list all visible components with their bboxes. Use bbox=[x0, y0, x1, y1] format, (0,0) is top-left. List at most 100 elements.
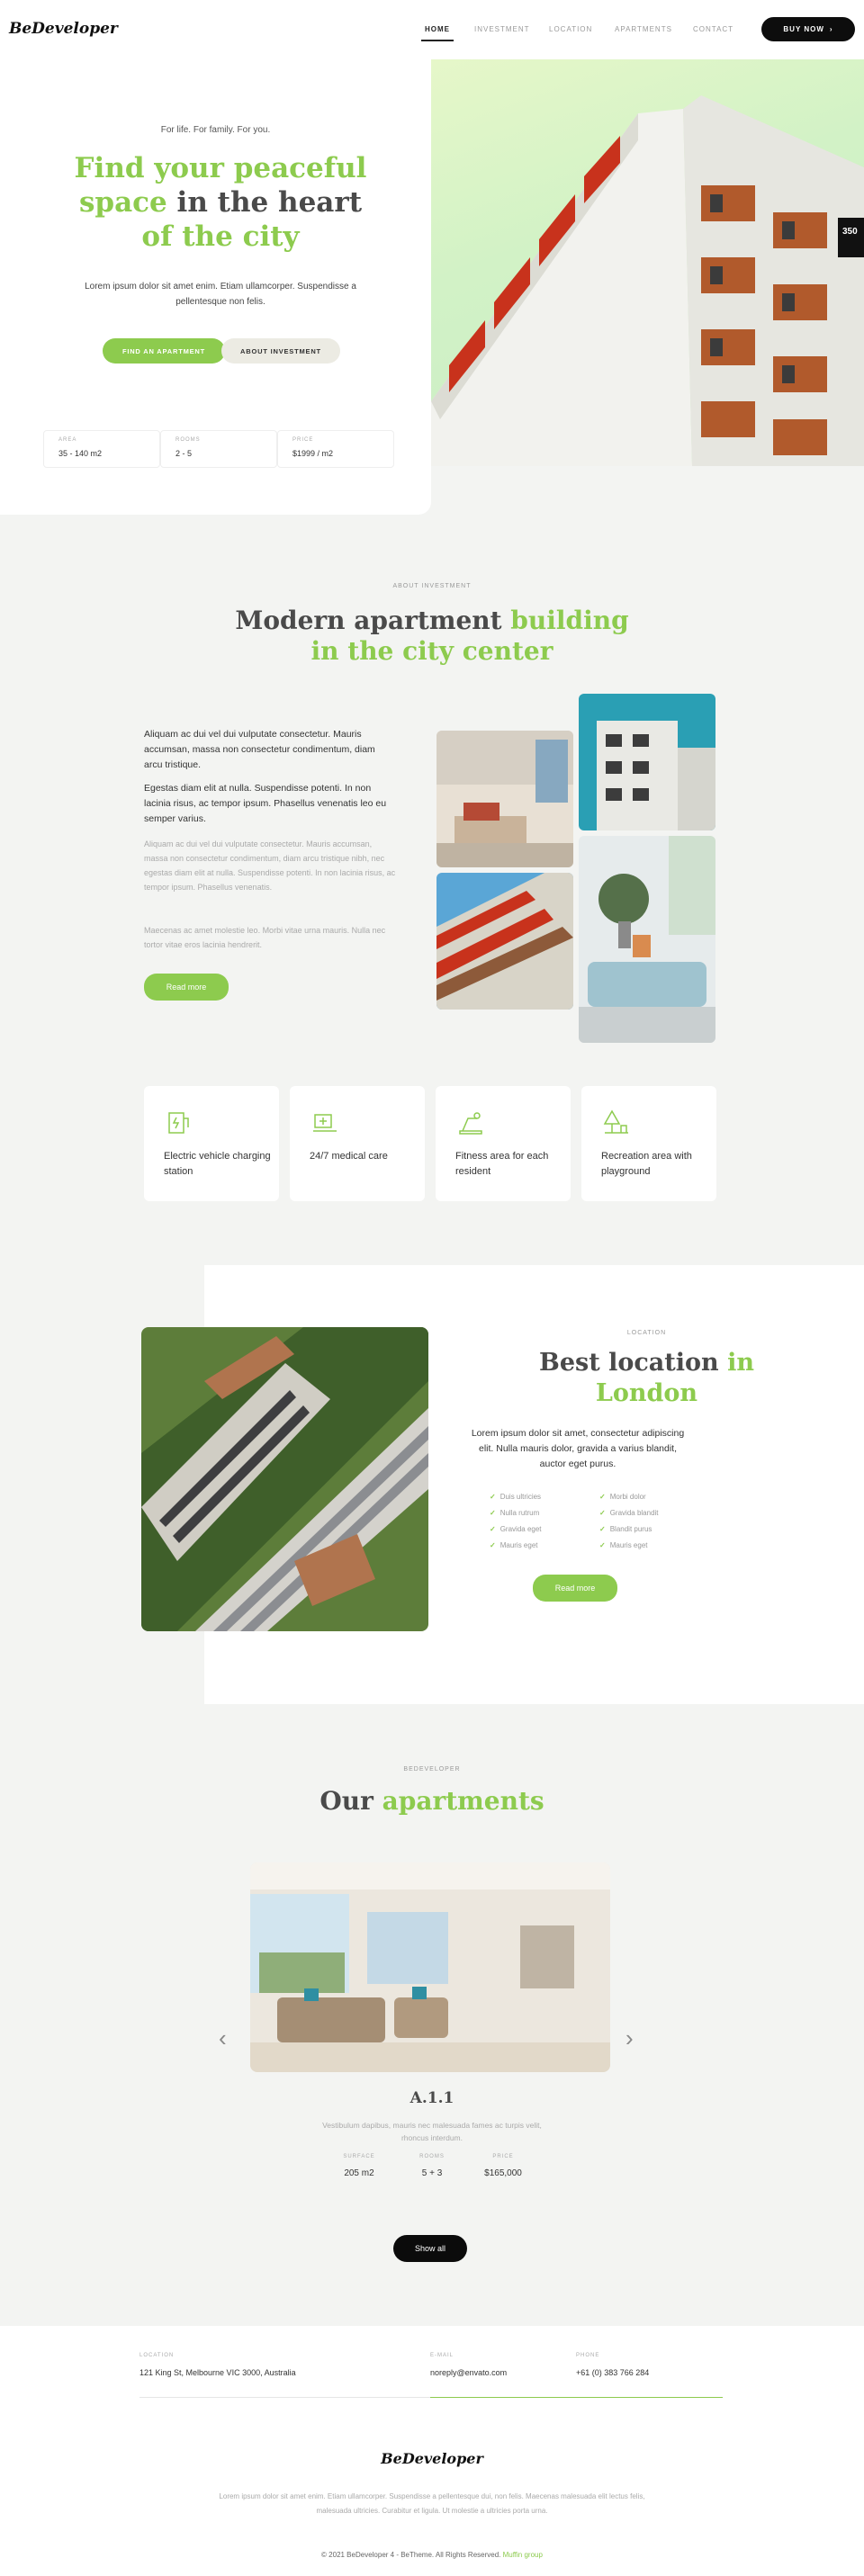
about-p3: Aliquam ac dui vel dui vulputate consect… bbox=[144, 839, 396, 892]
hero-tagline: For life. For family. For you. bbox=[160, 125, 271, 135]
apartment-name: A.1.1 bbox=[410, 2089, 454, 2107]
about-investment-button[interactable]: ABOUT INVESTMENT bbox=[221, 338, 340, 364]
nav-location[interactable]: LOCATION bbox=[549, 25, 592, 33]
interior-photo-2 bbox=[579, 836, 716, 1043]
footer-location-label: LOCATION bbox=[140, 2353, 175, 2358]
stat-area-value: 35 - 140 m2 bbox=[58, 449, 103, 458]
hero-text: Lorem ipsum dolor sit amet enim. Etiam u… bbox=[85, 282, 356, 307]
check-icon: ✓ bbox=[490, 1509, 496, 1517]
site-logo[interactable]: BeDeveloper bbox=[9, 20, 118, 38]
about-eyebrow: ABOUT INVESTMENT bbox=[392, 583, 472, 589]
apartment-image bbox=[250, 1862, 610, 2072]
buy-now-label: BUY NOW bbox=[783, 25, 824, 33]
spec-price-value: $165,000 bbox=[484, 2168, 522, 2178]
medical-care-icon bbox=[313, 1114, 337, 1132]
check-icon: ✓ bbox=[490, 1525, 496, 1533]
nav-apartments[interactable]: APARTMENTS bbox=[615, 25, 672, 33]
footer-phone-value[interactable]: +61 (0) 383 766 284 bbox=[576, 2368, 649, 2377]
arrow-right-icon: › bbox=[829, 25, 833, 33]
hero-title-green: space bbox=[78, 186, 167, 219]
chevron-left-icon[interactable]: ‹ bbox=[219, 2024, 227, 2052]
nav-contact[interactable]: CONTACT bbox=[693, 25, 734, 33]
buy-now-button[interactable]: BUY NOW › bbox=[761, 17, 855, 41]
apartments-title: Our apartments bbox=[0, 1786, 864, 1817]
footer-location-value: 121 King St, Melbourne VIC 3000, Austral… bbox=[140, 2368, 296, 2377]
about-p1: Aliquam ac dui vel dui vulputate consect… bbox=[144, 729, 375, 770]
check-icon: ✓ bbox=[599, 1493, 606, 1501]
stat-area: AREA 35 - 140 m2 bbox=[43, 430, 160, 468]
feature-medical-text: 24/7 medical care bbox=[310, 1151, 388, 1162]
check-icon: ✓ bbox=[599, 1525, 606, 1533]
footer-accent-line bbox=[430, 2397, 723, 2398]
location-title-green2: London bbox=[595, 1379, 698, 1407]
feature-playground-text: Recreation area with playground bbox=[601, 1151, 692, 1177]
show-all-button[interactable]: Show all bbox=[393, 2235, 467, 2262]
building-photo-teal bbox=[579, 694, 716, 830]
about-read-more-button[interactable]: Read more bbox=[144, 974, 229, 1001]
nav-investment[interactable]: INVESTMENT bbox=[474, 25, 530, 33]
stat-rooms-label: ROOMS bbox=[176, 437, 201, 443]
apartments-eyebrow: BEDEVELOPER bbox=[403, 1766, 461, 1773]
chevron-right-icon[interactable]: › bbox=[626, 2024, 634, 2052]
check-icon: ✓ bbox=[599, 1541, 606, 1549]
location-title-green1: in bbox=[727, 1349, 754, 1377]
footer-logo[interactable]: BeDeveloper bbox=[0, 2450, 864, 2467]
hero-title: Find your peaceful space in the heart of… bbox=[0, 151, 441, 254]
location-read-more-button[interactable]: Read more bbox=[533, 1575, 617, 1602]
about-p2: Egestas diam elit at nulla. Suspendisse … bbox=[144, 783, 387, 824]
site-footer: LOCATION 121 King St, Melbourne VIC 3000… bbox=[0, 2326, 864, 2576]
footer-text-line2: malesuada ultricies. Curabitur et ligula… bbox=[316, 2507, 548, 2515]
hero-badge: 350 bbox=[842, 227, 858, 237]
apartments-title-part1: Our bbox=[320, 1786, 382, 1816]
check-item: ✓ Mauris eget bbox=[490, 1541, 538, 1549]
hero-building-image: 350 bbox=[431, 59, 864, 466]
footer-email-value[interactable]: noreply@envato.com bbox=[430, 2368, 507, 2377]
playground-icon bbox=[603, 1109, 628, 1134]
location-aerial-image bbox=[141, 1327, 428, 1631]
stat-price: PRICE $1999 / m2 bbox=[277, 430, 394, 468]
check-item: ✓ Duis ultricies bbox=[490, 1493, 542, 1501]
about-title-part1: Modern apartment bbox=[235, 606, 511, 635]
location-title: Best location in London bbox=[429, 1348, 864, 1409]
feature-card-playground: Recreation area with playground bbox=[581, 1086, 716, 1201]
hero-title-line3: of the city bbox=[141, 220, 300, 253]
check-icon: ✓ bbox=[490, 1541, 496, 1549]
spec-price-label: PRICE bbox=[492, 2154, 514, 2159]
stat-rooms: ROOMS 2 - 5 bbox=[160, 430, 277, 468]
feature-ev-text: Electric vehicle charging station bbox=[164, 1151, 271, 1177]
location-text: Lorem ipsum dolor sit amet, consectetur … bbox=[471, 1428, 685, 1469]
building-photo-red bbox=[436, 873, 573, 1010]
check-item: ✓ Gravida eget bbox=[490, 1525, 542, 1533]
hero-title-rest: in the heart bbox=[166, 186, 363, 219]
hero-title-line1: Find your peaceful bbox=[74, 152, 367, 184]
check-item: ✓ Nulla rutrum bbox=[490, 1509, 540, 1517]
footer-text: Lorem ipsum dolor sit amet enim. Etiam u… bbox=[135, 2490, 729, 2518]
feature-card-medical: 24/7 medical care bbox=[290, 1086, 425, 1201]
spec-surface-value: 205 m2 bbox=[344, 2168, 374, 2178]
spec-rooms-value: 5 + 3 bbox=[421, 2168, 443, 2178]
location-eyebrow: LOCATION bbox=[626, 1330, 667, 1336]
feature-card-fitness: Fitness area for each resident bbox=[436, 1086, 571, 1201]
check-item: ✓ Morbi dolor bbox=[599, 1493, 646, 1501]
copyright-link[interactable]: Muffin group bbox=[503, 2551, 543, 2559]
check-item: ✓ Blandit purus bbox=[599, 1525, 652, 1533]
apartments-title-green: apartments bbox=[382, 1786, 544, 1816]
feature-card-ev: Electric vehicle charging station bbox=[144, 1086, 279, 1201]
footer-email-label: E-MAIL bbox=[430, 2353, 454, 2358]
about-title-green2: in the city center bbox=[310, 636, 554, 666]
footer-phone-label: PHONE bbox=[576, 2353, 600, 2358]
nav-home[interactable]: HOME bbox=[421, 25, 454, 41]
apartment-desc: Vestibulum dapibus, mauris nec malesuada… bbox=[322, 2121, 542, 2142]
copyright-text: © 2021 BeDeveloper 4 - BeTheme. All Righ… bbox=[321, 2551, 503, 2559]
about-p4: Maecenas ac amet molestie leo. Morbi vit… bbox=[144, 926, 386, 949]
about-title-green1: building bbox=[510, 606, 629, 635]
stat-area-label: AREA bbox=[58, 437, 77, 443]
spec-rooms-label: ROOMS bbox=[419, 2154, 445, 2159]
fitness-icon bbox=[459, 1112, 482, 1135]
stat-rooms-value: 2 - 5 bbox=[176, 449, 193, 458]
find-apartment-button[interactable]: FIND AN APARTMENT bbox=[103, 338, 225, 364]
interior-photo-1 bbox=[436, 731, 573, 867]
stat-price-label: PRICE bbox=[292, 437, 314, 443]
check-icon: ✓ bbox=[599, 1509, 606, 1517]
ev-charging-icon bbox=[168, 1112, 189, 1134]
